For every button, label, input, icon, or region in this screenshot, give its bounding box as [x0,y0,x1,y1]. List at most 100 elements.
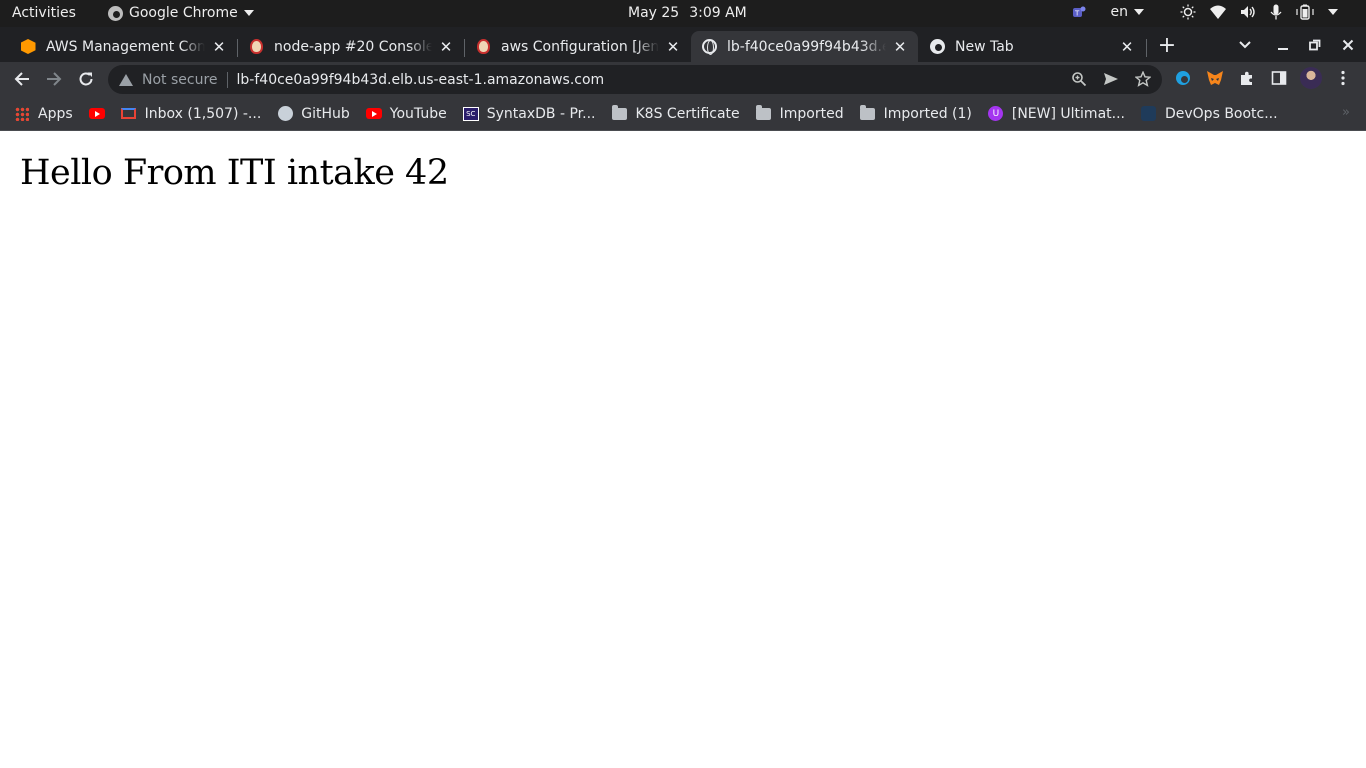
extensions-puzzle-icon[interactable] [1236,67,1258,89]
edge-extension-icon[interactable] [1172,67,1194,89]
clock[interactable]: May 25 3:09 AM [628,5,747,21]
microphone-icon [1270,4,1282,20]
system-top-bar: Activities Google Chrome May 25 3:09 AM … [0,0,1366,27]
page-content: Hello From ITI intake 42 [0,132,1366,768]
new-tab-button[interactable]: + [1153,31,1181,59]
bookmark-udemy-course[interactable]: U [NEW] Ultimat... [988,106,1125,122]
url-text[interactable]: lb-f40ce0a99f94b43d.elb.us-east-1.amazon… [237,72,1162,88]
warning-icon[interactable] [119,73,133,86]
minimize-button[interactable] [1269,31,1297,59]
tab-search-button[interactable] [1231,31,1259,59]
security-label[interactable]: Not secure [142,72,218,88]
browser-toolbar: Not secure lb-f40ce0a99f94b43d.elb.us-ea… [0,62,1366,97]
svg-text:T: T [1074,10,1080,18]
tab-new-tab[interactable]: New Tab ✕ [919,31,1145,62]
bookmark-devops-bootcamp[interactable]: DevOps Bootc... [1141,106,1278,122]
syntaxdb-icon: SC [462,106,479,122]
bookmark-label: SyntaxDB - Pr... [486,105,596,122]
extensions-area [1172,67,1354,89]
metamask-icon[interactable] [1204,67,1226,89]
plus-icon: + [1157,32,1177,58]
app-name: Google Chrome [129,5,238,21]
bookmark-youtube-video[interactable] [88,106,113,122]
restore-button[interactable] [1301,31,1329,59]
reload-button[interactable] [72,65,100,93]
close-icon[interactable]: ✕ [438,38,454,56]
page-heading: Hello From ITI intake 42 [20,153,449,193]
bookmark-label: K8S Certificate [635,105,740,122]
tab-title: lb-f40ce0a99f94b43d.elb.us-east-1.amazon… [727,38,886,55]
omnibox-actions [1070,70,1152,88]
gmail-icon [121,106,137,122]
brightness-icon [1180,4,1196,20]
bookmark-folder-imported[interactable]: Imported [756,104,844,122]
reload-icon [79,72,93,86]
github-icon [277,106,293,122]
bookmark-label: [NEW] Ultimat... [1011,105,1125,122]
jenkins-icon [475,39,491,55]
battery-icon [1296,4,1314,20]
youtube-icon [88,106,105,122]
close-icon[interactable]: ✕ [1119,38,1135,56]
bookmark-github[interactable]: GitHub [277,106,350,122]
bookmark-apps[interactable]: Apps [14,106,73,122]
star-icon[interactable] [1134,70,1152,88]
teams-icon[interactable]: T [1071,4,1087,20]
address-bar[interactable]: Not secure lb-f40ce0a99f94b43d.elb.us-ea… [108,65,1162,94]
devops-icon [1141,106,1157,122]
close-icon[interactable]: ✕ [892,38,908,56]
zoom-icon[interactable] [1070,70,1088,88]
tab-node-app-console[interactable]: node-app #20 Console [Jenkins] ✕ [238,31,464,62]
bookmark-inbox[interactable]: Inbox (1,507) -... [121,106,261,122]
send-icon[interactable] [1102,70,1120,88]
more-bookmarks-icon[interactable]: » [1342,105,1350,120]
apps-grid-icon [14,106,30,122]
bookmark-label: DevOps Bootc... [1164,105,1278,122]
bookmark-label: Apps [38,105,73,122]
forward-button[interactable] [40,65,68,93]
udemy-icon: U [988,106,1004,122]
side-panel-icon[interactable] [1268,67,1290,89]
tab-title: AWS Management Console [46,38,205,55]
system-menu-chevron-icon[interactable] [1328,9,1338,15]
tab-strip: AWS Management Console ✕ node-app #20 Co… [0,27,1366,62]
chevron-down-icon [1134,9,1144,15]
close-window-button[interactable] [1334,31,1362,59]
profile-avatar[interactable] [1300,67,1322,89]
app-menu[interactable]: Google Chrome [108,5,254,21]
tab-title: node-app #20 Console [Jenkins] [274,38,432,55]
bookmark-youtube[interactable]: YouTube [365,106,447,122]
clock-date: May 25 [628,5,680,21]
menu-dots-icon[interactable] [1332,67,1354,89]
back-button[interactable] [8,65,36,93]
globe-icon [701,39,717,55]
bookmark-label: Imported [779,105,844,122]
tab-load-balancer[interactable]: lb-f40ce0a99f94b43d.elb.us-east-1.amazon… [691,31,918,62]
folder-icon [756,104,772,122]
bookmark-label: GitHub [301,105,350,122]
tab-aws-configuration[interactable]: aws Configuration [Jenkins] ✕ [465,31,691,62]
tab-aws-console[interactable]: AWS Management Console ✕ [10,31,237,62]
volume-icon [1241,6,1255,18]
chevron-down-icon [243,10,254,16]
arrow-right-icon [47,72,62,86]
activities-button[interactable]: Activities [12,5,76,21]
minimize-icon [1278,48,1288,50]
chevron-down-icon [1239,41,1251,49]
bookmarks-bar: Apps Inbox (1,507) -... GitHub YouTube S… [0,97,1366,131]
clock-time: 3:09 AM [689,5,747,21]
tab-title: New Tab [955,38,1014,55]
bookmark-folder-k8s[interactable]: K8S Certificate [612,104,740,122]
aws-icon [20,39,36,55]
close-icon[interactable]: ✕ [665,38,681,56]
wifi-icon [1210,5,1226,19]
close-icon[interactable]: ✕ [211,38,227,56]
system-tray[interactable]: T en [1071,4,1338,20]
bookmark-syntaxdb[interactable]: SC SyntaxDB - Pr... [462,105,596,122]
tab-separator [1146,39,1147,57]
bookmark-folder-imported-1[interactable]: Imported (1) [860,104,972,122]
tab-title: aws Configuration [Jenkins] [501,38,659,55]
language-indicator[interactable]: en [1111,4,1144,20]
jenkins-icon [248,39,264,55]
chrome-icon [108,5,123,21]
